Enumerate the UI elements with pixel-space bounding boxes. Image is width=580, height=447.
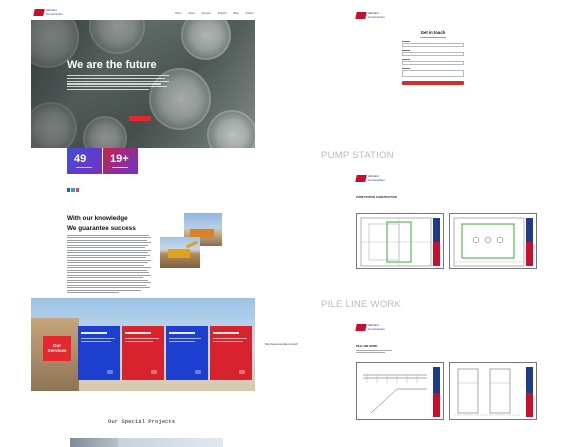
contact-subtitle	[420, 37, 446, 38]
logo-mark-icon	[33, 9, 45, 16]
excavator-shape	[168, 249, 190, 258]
document-logo: Alkhalid Construction	[355, 323, 385, 331]
nav-link-blog[interactable]: Blog	[233, 12, 238, 15]
logo-mark-icon	[355, 12, 367, 19]
stat-card-projects: 49	[67, 148, 102, 174]
service-card[interactable]	[122, 326, 164, 380]
stat-label	[112, 167, 128, 168]
stat-value: 49	[74, 153, 87, 165]
about-heading-line2: We guarantee success	[67, 224, 136, 232]
stat-value: 19+	[110, 153, 129, 165]
stat-card-years: 19+	[103, 148, 138, 174]
service-arrow-icon[interactable]	[195, 370, 201, 374]
stat-label	[76, 167, 92, 168]
twitter-icon[interactable]	[71, 188, 75, 192]
construction-photo-excavator	[160, 237, 200, 268]
logo-text: Alkhalid Construction	[46, 8, 63, 16]
document-logo: Alkhalid Construction	[355, 174, 385, 182]
pump-drawing-sheet-1[interactable]	[356, 213, 444, 269]
nav-links: Home About Services Projects Blog Contac…	[175, 12, 254, 15]
site-logo[interactable]: Alkhalid Construction	[33, 8, 63, 16]
special-project-photo	[118, 438, 223, 447]
send-button[interactable]	[402, 80, 464, 85]
pump-drawing-2	[453, 217, 533, 267]
share-icon[interactable]	[75, 188, 79, 192]
social-share-icons	[67, 188, 79, 192]
phone-field[interactable]	[402, 60, 464, 65]
logo-text: Alkhalid Construction	[368, 174, 385, 182]
excavator-arm-shape	[185, 240, 199, 249]
nav-link-home[interactable]: Home	[175, 12, 181, 15]
service-arrow-icon[interactable]	[239, 370, 245, 374]
service-arrow-icon[interactable]	[107, 370, 113, 374]
logo-mark-icon	[355, 324, 367, 331]
document-link[interactable]: http://www.example.com/pdf	[265, 343, 297, 346]
about-heading-line1: With our knowledge	[67, 215, 128, 222]
website-top-nav: Alkhalid Construction Home About Service…	[31, 4, 255, 20]
pile-drawing-1	[363, 367, 440, 417]
nav-link-contact[interactable]: Contact	[245, 12, 253, 15]
service-arrow-icon[interactable]	[151, 370, 157, 374]
about-heading: With our knowledge We guarantee success	[67, 214, 136, 233]
special-projects-title: Our Special Projects	[108, 418, 176, 425]
logo-text: Alkhalid Construction	[368, 323, 385, 331]
contact-logo: Alkhalid Construction	[355, 11, 385, 19]
message-field[interactable]	[402, 69, 464, 77]
section-title-pile-line-work: PILE LINE WORK	[321, 299, 402, 310]
special-project-photo	[70, 438, 118, 447]
hero-title: We are the future	[67, 59, 157, 71]
pump-drawing-sheet-2[interactable]	[449, 213, 537, 269]
nav-link-projects[interactable]: Projects	[218, 12, 227, 15]
pile-document-caption: PILE LINE WORK	[356, 345, 378, 348]
pump-document-caption: PUMP STATION CONSTRUCTION	[356, 196, 397, 199]
nav-link-services[interactable]: Services	[202, 12, 211, 15]
pile-drawing-2	[454, 367, 533, 417]
nav-link-about[interactable]: About	[188, 12, 194, 15]
service-card[interactable]	[210, 326, 252, 380]
about-paragraph	[67, 235, 151, 295]
section-title-pump-station: PUMP STATION	[321, 150, 394, 161]
service-card[interactable]	[166, 326, 208, 380]
hero-paragraph	[67, 75, 169, 92]
services-section: Our Services	[31, 298, 255, 391]
logo-text: Alkhalid Construction	[368, 11, 385, 19]
facebook-icon[interactable]	[67, 188, 71, 192]
name-field[interactable]	[402, 42, 464, 47]
hero-banner: We are the future	[31, 20, 255, 148]
service-card[interactable]	[78, 326, 120, 380]
logo-mark-icon	[355, 175, 367, 182]
pile-document-notes	[356, 350, 392, 354]
contact-title: Get in touch	[420, 30, 446, 35]
pump-drawing-1	[360, 217, 440, 267]
hero-cta-button[interactable]	[129, 116, 151, 121]
services-label: Our Services	[43, 336, 71, 361]
email-field[interactable]	[402, 51, 464, 56]
contact-form: Get in touch	[402, 30, 464, 90]
pile-drawing-sheet-1[interactable]	[356, 362, 444, 420]
pile-drawing-sheet-2[interactable]	[449, 362, 537, 420]
